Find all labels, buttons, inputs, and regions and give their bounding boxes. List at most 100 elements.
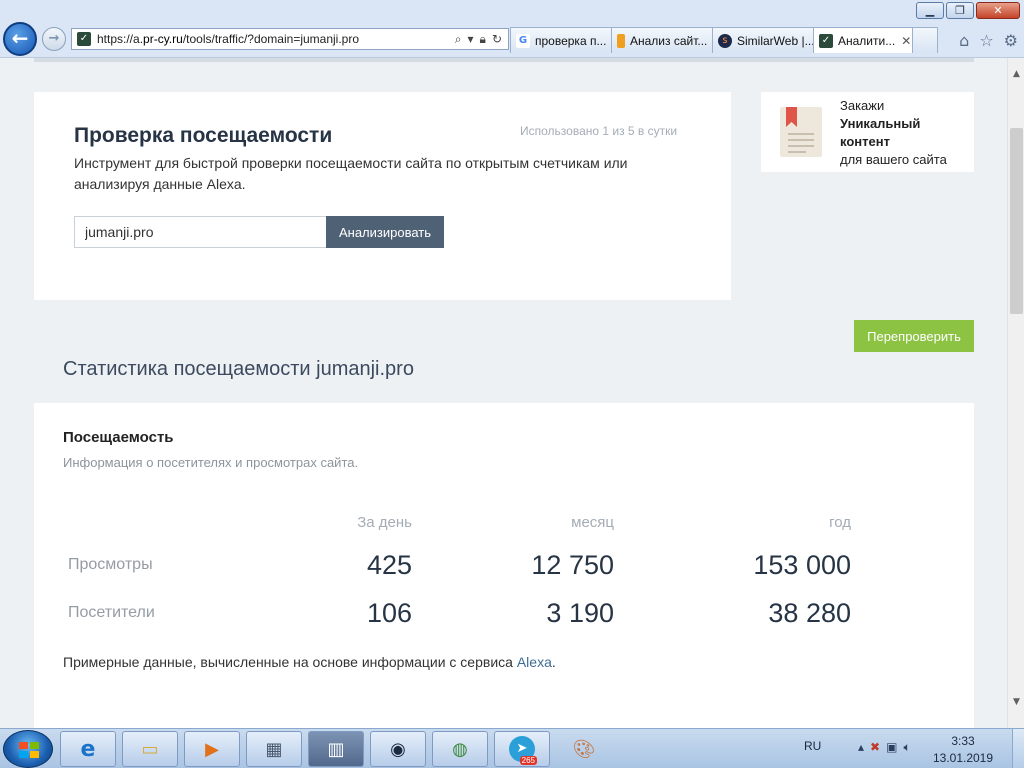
internet-explorer-icon[interactable]: e xyxy=(60,731,116,767)
paint-icon[interactable]: 🎨︎ xyxy=(556,731,612,767)
lock-app-icon[interactable]: ◉ xyxy=(370,731,426,767)
monitor-icon[interactable]: ▣ xyxy=(886,740,897,755)
minimize-button[interactable]: ▁ xyxy=(916,2,944,19)
column-header-day: За день xyxy=(357,514,412,531)
telegram-badge: 265 xyxy=(519,756,537,765)
tool-title: Проверка посещаемости xyxy=(74,124,333,147)
ad-line: для вашего сайта xyxy=(840,152,947,167)
row-label-visitors: Посетители xyxy=(68,604,155,621)
url-path: /tools/traffic/?domain=jumanji.pro xyxy=(182,32,360,46)
check-icon: ✓ xyxy=(819,33,833,48)
lock-icon[interactable]: 🔒︎ xyxy=(480,32,486,47)
close-window-button[interactable]: ✕ xyxy=(976,2,1020,19)
volume-muted-icon[interactable]: 🔈︎ xyxy=(903,740,910,755)
scroll-up-icon[interactable]: ▲ xyxy=(1008,66,1024,83)
document-icon xyxy=(780,107,822,157)
window-controls: ▁ ❐ ✕ xyxy=(916,2,1020,19)
header-strip xyxy=(34,58,974,62)
address-bar-icons: ⌕ ▾ 🔒︎ ↻ xyxy=(455,32,502,47)
tool-description: Инструмент для быстрой проверки посещаем… xyxy=(74,155,628,192)
calculator-icon[interactable]: ▦ xyxy=(246,731,302,767)
recheck-button[interactable]: Перепроверить xyxy=(854,320,974,352)
refresh-icon[interactable]: ↻ xyxy=(492,32,502,47)
settings-gear-icon[interactable]: ⚙ xyxy=(1004,31,1018,50)
browser-toolbar-icons: ⌂ ☆ ⚙ xyxy=(959,31,1018,50)
tab-analysis[interactable]: Анализ сайт... xyxy=(611,27,713,53)
page-viewport: Проверка посещаемости Использовано 1 из … xyxy=(0,58,1007,728)
new-tab-button[interactable] xyxy=(912,27,938,53)
ad-line-bold: Уникальный xyxy=(840,116,921,131)
dropdown-icon[interactable]: ▾ xyxy=(468,32,474,47)
forward-button[interactable]: → xyxy=(42,27,66,51)
ad-line-bold: контент xyxy=(840,134,890,149)
note-suffix: . xyxy=(551,654,556,670)
clock[interactable]: 3:33 13.01.2019 xyxy=(930,733,996,767)
note-text: Примерные данные, вычисленные на основе … xyxy=(63,654,517,670)
traffic-heading: Посещаемость xyxy=(63,429,174,446)
traffic-subheading: Информация о посетителях и просмотрах са… xyxy=(63,455,359,470)
maximize-button[interactable]: ❐ xyxy=(946,2,974,19)
data-source-note: Примерные данные, вычисленные на основе … xyxy=(63,654,556,670)
show-desktop-button[interactable] xyxy=(1012,729,1024,768)
media-player-icon[interactable]: ▶ xyxy=(184,731,240,767)
views-day: 425 xyxy=(366,550,412,580)
scroll-thumb[interactable] xyxy=(1010,128,1023,314)
taskbar: e ▭ ▶ ▦ ▥ ◉ ◍ ➤ 265 🎨︎ RU ▴ ✖ ▣ 🔈︎ 3:33 … xyxy=(0,728,1024,768)
favorites-star-icon[interactable]: ☆ xyxy=(979,31,993,50)
vertical-scrollbar[interactable]: ▲ ▼ xyxy=(1007,58,1024,728)
visitors-day: 106 xyxy=(366,598,412,628)
visitors-month: 3 190 xyxy=(546,598,614,628)
tab-label: Анализ сайт... xyxy=(630,33,708,48)
clock-date: 13.01.2019 xyxy=(932,751,994,765)
tab-similarweb[interactable]: s SimilarWeb |... xyxy=(712,27,814,53)
start-button[interactable] xyxy=(3,730,53,768)
language-indicator[interactable]: RU xyxy=(804,739,821,753)
views-year: 153 000 xyxy=(753,550,851,580)
ad-text: Закажи Уникальный контент для вашего сай… xyxy=(840,97,947,169)
traffic-stats-card: Посещаемость Информация о посетителях и … xyxy=(34,403,974,728)
site-favicon-icon: ✓ xyxy=(77,32,91,46)
show-hidden-icons-icon[interactable]: ▴ xyxy=(858,740,864,755)
tab-google[interactable]: G проверка п... xyxy=(510,27,612,53)
visitors-year: 38 280 xyxy=(768,598,851,628)
tab-label: Аналити... xyxy=(838,33,896,48)
search-icon[interactable]: ⌕ xyxy=(455,32,462,47)
arrow-left-icon: ← xyxy=(11,26,29,50)
tab-analytics-active[interactable]: ✓ Аналити... ✕ xyxy=(813,27,913,53)
tab-label: SimilarWeb |... xyxy=(737,33,814,48)
domain-input[interactable] xyxy=(74,216,326,248)
url-prefix: https://a. xyxy=(97,32,144,46)
file-explorer-icon[interactable]: ▭ xyxy=(122,731,178,767)
row-label-views: Просмотры xyxy=(68,556,153,573)
stats-title: Статистика посещаемости jumanji.pro xyxy=(63,358,414,380)
app-icon[interactable]: ▥ xyxy=(308,731,364,767)
home-icon[interactable]: ⌂ xyxy=(959,31,969,50)
telegram-icon[interactable]: ➤ 265 xyxy=(494,731,550,767)
network-error-icon[interactable]: ✖ xyxy=(870,740,880,755)
ad-line: Закажи xyxy=(840,98,885,113)
usage-counter: Использовано 1 из 5 в сутки xyxy=(520,124,678,138)
column-header-month: месяц xyxy=(571,514,614,531)
windows-logo-icon xyxy=(19,742,39,758)
address-bar[interactable]: ✓ https://a.pr-cy.ru/tools/traffic/?doma… xyxy=(71,28,509,50)
alexa-link[interactable]: Alexa xyxy=(517,654,552,670)
views-month: 12 750 xyxy=(531,550,614,580)
tab-label: проверка п... xyxy=(535,33,607,48)
url-domain: pr-cy.ru xyxy=(143,32,183,46)
back-button[interactable]: ← xyxy=(3,22,37,56)
bookmark-icon xyxy=(617,33,625,48)
system-tray: ▴ ✖ ▣ 🔈︎ xyxy=(858,740,911,755)
globe-icon[interactable]: ◍ xyxy=(432,731,488,767)
tab-strip: G проверка п... Анализ сайт... s Similar… xyxy=(510,27,938,53)
url-text[interactable]: https://a.pr-cy.ru/tools/traffic/?domain… xyxy=(97,32,455,46)
close-tab-icon[interactable]: ✕ xyxy=(901,34,911,48)
browser-chrome: ▁ ❐ ✕ ← → ✓ https://a.pr-cy.ru/tools/tra… xyxy=(0,0,1024,58)
google-icon: G xyxy=(516,33,530,48)
similarweb-icon: s xyxy=(718,33,732,48)
traffic-tool-card: Проверка посещаемости Использовано 1 из … xyxy=(34,92,731,300)
column-header-year: год xyxy=(829,514,851,531)
analyze-button[interactable]: Анализировать xyxy=(326,216,444,248)
scroll-down-icon[interactable]: ▼ xyxy=(1008,694,1024,711)
clock-time: 3:33 xyxy=(951,734,975,748)
content-ad-banner[interactable]: Закажи Уникальный контент для вашего сай… xyxy=(761,92,974,172)
